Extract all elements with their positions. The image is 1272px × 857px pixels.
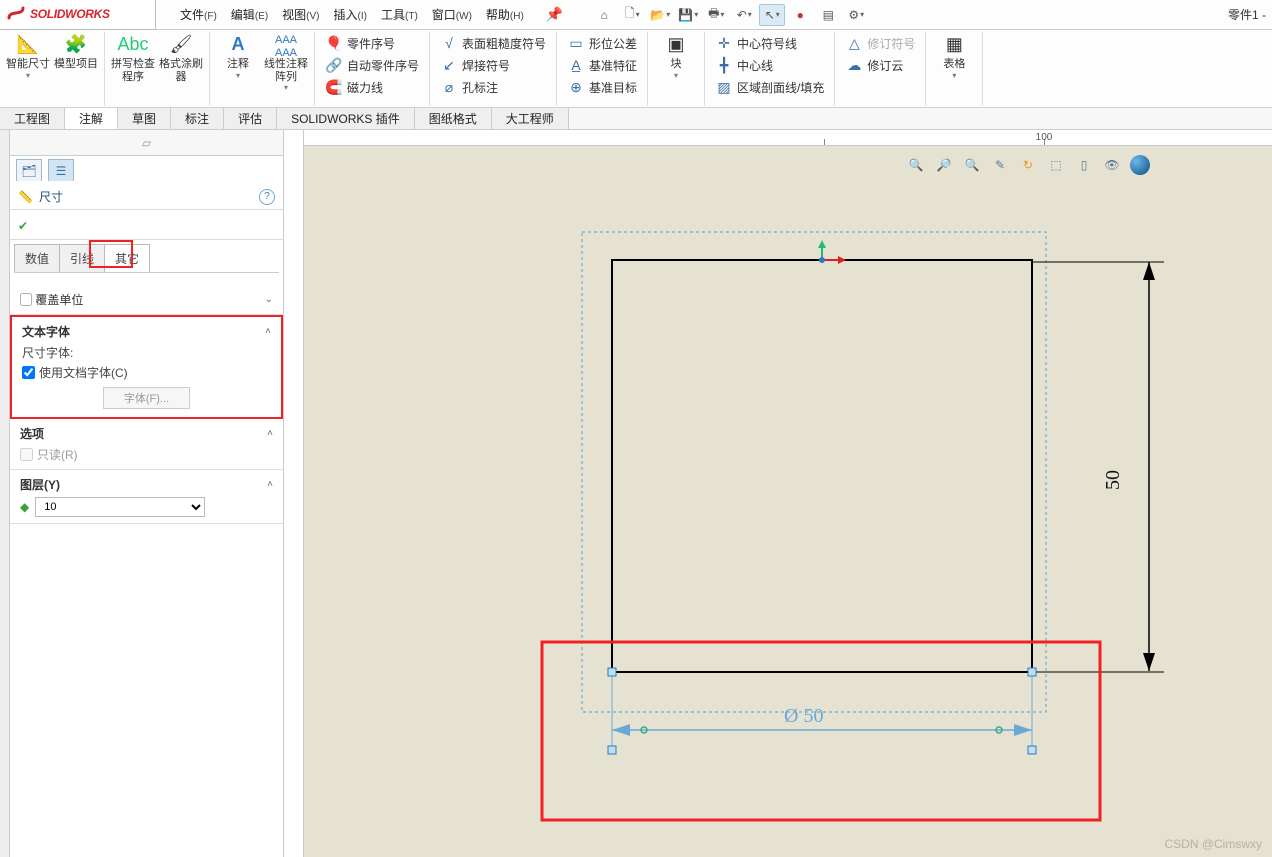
area-hatch-button[interactable]: ▨区域剖面线/填充 (711, 76, 828, 98)
revision-cloud-button[interactable]: ☁修订云 (841, 54, 919, 76)
app-logo: SOLIDWORKS (0, 0, 156, 30)
options-head: 选项 (20, 425, 44, 442)
svg-text:Ø 50: Ø 50 (784, 705, 823, 727)
tab-markup[interactable]: 标注 (171, 108, 224, 129)
text-font-head: 文本字体 (22, 323, 70, 340)
qat-rebuild[interactable]: ● (787, 4, 813, 26)
quick-access-toolbar: ⌂ 🗋 📂 💾 🖶 ↶ ↖ ● ▤ ⚙ (591, 4, 869, 26)
chevron-up-icon[interactable]: ˄ (267, 428, 273, 439)
subtab-value[interactable]: 数值 (14, 244, 60, 272)
graphics-area[interactable]: 100 🔍 🔎 🔍 ✎ ↻ ⬚ ▯ 👁 (284, 130, 1272, 857)
model-items-button[interactable]: 🧩模型项目 (54, 32, 98, 71)
table-button[interactable]: ▦表格▾ (932, 32, 976, 80)
font-button: 字体(F)... (103, 387, 190, 409)
dimension-dia50[interactable]: Ø 50 (608, 668, 1036, 754)
use-doc-font-checkbox[interactable] (22, 366, 35, 379)
vertical-ruler (284, 130, 304, 857)
qat-open[interactable]: 📂 (647, 4, 673, 26)
pin-icon[interactable]: 📌 (546, 6, 563, 23)
chevron-up-icon[interactable]: ˄ (267, 479, 273, 490)
spell-check-button[interactable]: Abc拼写检查程序 (111, 32, 155, 83)
document-title: 零件1 - (1228, 6, 1266, 23)
pm-help-icon[interactable]: ? (259, 189, 275, 205)
revision-symbol-button: △修订符号 (841, 32, 919, 54)
magnetic-line-button[interactable]: 🧲磁力线 (321, 76, 423, 98)
tab-evaluate[interactable]: 评估 (224, 108, 277, 129)
block-button[interactable]: ▣块▾ (654, 32, 698, 80)
centerline-button[interactable]: ╋中心线 (711, 54, 828, 76)
weld-symbol-button[interactable]: ↙焊接符号 (436, 54, 550, 76)
view-selection-box[interactable] (582, 232, 1046, 712)
balloon-button[interactable]: 🎈零件序号 (321, 32, 423, 54)
tab-sheetformat[interactable]: 图纸格式 (415, 108, 492, 129)
qat-undo[interactable]: ↶ (731, 4, 757, 26)
logo-icon (6, 4, 26, 24)
format-painter-button[interactable]: 🖌格式涂刷器 (159, 32, 203, 83)
smart-dimension-button[interactable]: 📐智能尺寸▾ (6, 32, 50, 80)
origin-triad-icon (818, 240, 846, 264)
property-manager: ▱ 🗂 ☰ 📏 尺寸 ? ✔ 数值 引线 其它 ▢ 覆盖单位⌄ 文本字体 ˄ 尺寸字… (10, 130, 284, 857)
readonly-checkbox (20, 448, 33, 461)
dimension-50-vertical[interactable]: 50 (1032, 262, 1164, 672)
ribbon: 📐智能尺寸▾ 🧩模型项目 Abc拼写检查程序 🖌格式涂刷器 A注释▾ AAAAA… (0, 30, 1272, 108)
qat-print[interactable]: 🖶 (703, 4, 729, 26)
tab-sketch[interactable]: 草图 (118, 108, 171, 129)
surface-finish-button[interactable]: √表面粗糙度符号 (436, 32, 550, 54)
tab-lde[interactable]: 大工程师 (492, 108, 569, 129)
tab-addins[interactable]: SOLIDWORKS 插件 (277, 108, 415, 129)
qat-doc-props[interactable]: ▤ (815, 4, 841, 26)
center-mark-button[interactable]: ✛中心符号线 (711, 32, 828, 54)
watermark: CSDN @Cimswxy (1164, 837, 1262, 851)
qat-new[interactable]: 🗋 (619, 4, 645, 26)
auto-balloon-button[interactable]: 🔗自动零件序号 (321, 54, 423, 76)
menubar: 文件(F) 编辑(E) 视图(V) 插入(I) 工具(T) 窗口(W) 帮助(H… (156, 4, 1272, 26)
dim-font-label: 尺寸字体: (22, 344, 271, 361)
panel-grip-icon[interactable]: ▱ (142, 136, 151, 150)
qat-save[interactable]: 💾 (675, 4, 701, 26)
task-pane-gutter[interactable] (0, 130, 10, 857)
menu-window[interactable]: 窗口(W) (432, 6, 472, 23)
gtol-button[interactable]: ▭形位公差 (563, 32, 641, 54)
section-options: 选项 ˄ 只读(R) (10, 419, 283, 470)
qat-home[interactable]: ⌂ (591, 4, 617, 26)
property-manager-tab[interactable]: ☰ (48, 159, 74, 181)
override-units-icon: ▢ (20, 293, 35, 307)
menu-file[interactable]: 文件(F) (180, 6, 217, 23)
pm-subtabs: 数值 引线 其它 (14, 244, 279, 273)
feature-manager-tab[interactable]: 🗂 (16, 159, 42, 181)
part-outline[interactable] (612, 260, 1032, 672)
datum-feature-button[interactable]: A̲基准特征 (563, 54, 641, 76)
menu-insert[interactable]: 插入(I) (334, 6, 367, 23)
pm-accept-icon[interactable]: ✔ (18, 219, 28, 233)
pm-title: 尺寸 (39, 188, 63, 205)
subtab-leader[interactable]: 引线 (59, 244, 105, 272)
layer-head: 图层(Y) (20, 476, 60, 493)
section-text-font: 文本字体 ˄ 尺寸字体: 使用文档字体(C) 字体(F)... (10, 315, 283, 419)
tab-annotation[interactable]: 注解 (65, 108, 118, 129)
section-layer: 图层(Y) ˄ ◆ 10 (10, 470, 283, 524)
datum-target-button[interactable]: ⊕基准目标 (563, 76, 641, 98)
section-override-units[interactable]: ▢ 覆盖单位⌄ (10, 285, 283, 315)
menu-edit[interactable]: 编辑(E) (231, 6, 268, 23)
command-manager-tabs: 工程图 注解 草图 标注 评估 SOLIDWORKS 插件 图纸格式 大工程师 (0, 108, 1272, 130)
qat-options[interactable]: ⚙ (843, 4, 869, 26)
dimension-icon: 📏 (18, 190, 33, 204)
subtab-other[interactable]: 其它 (104, 244, 150, 272)
menu-tools[interactable]: 工具(T) (381, 6, 418, 23)
svg-text:50: 50 (1102, 470, 1124, 490)
chevron-down-icon[interactable]: ⌄ (265, 294, 273, 305)
note-button[interactable]: A注释▾ (216, 32, 260, 80)
layer-icon: ◆ (20, 500, 29, 514)
qat-select[interactable]: ↖ (759, 4, 785, 26)
layer-select[interactable]: 10 (35, 497, 205, 517)
readonly-label: 只读(R) (37, 446, 78, 463)
menu-view[interactable]: 视图(V) (282, 6, 319, 23)
linear-note-pattern-button[interactable]: AAAAAA线性注释阵列▾ (264, 32, 308, 92)
tab-drawing[interactable]: 工程图 (0, 108, 65, 129)
drawing-canvas[interactable]: 50 Ø 50 (304, 130, 1272, 857)
use-doc-font-label: 使用文档字体(C) (39, 364, 128, 381)
menu-help[interactable]: 帮助(H) (486, 6, 524, 23)
chevron-up-icon[interactable]: ˄ (265, 326, 271, 337)
hole-callout-button[interactable]: ⌀孔标注 (436, 76, 550, 98)
